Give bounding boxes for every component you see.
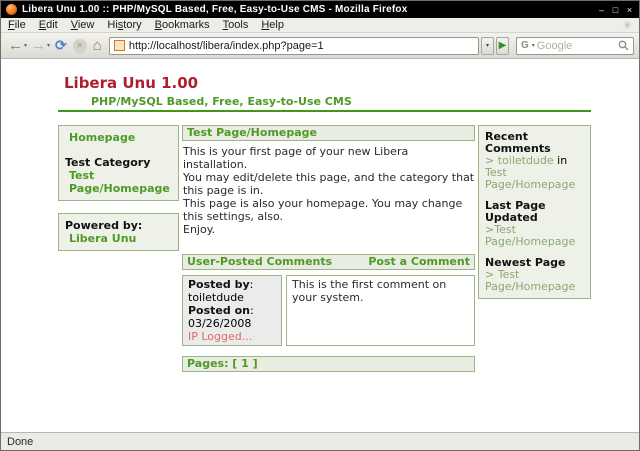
- category-page-link[interactable]: Test Page/Homepage: [69, 169, 172, 195]
- powered-by-label: Powered by:: [65, 219, 143, 232]
- magnifier-icon[interactable]: [618, 40, 629, 51]
- menu-file[interactable]: File: [8, 19, 26, 31]
- last-updated-title: Last Page Updated: [485, 199, 546, 224]
- window-title: Libera Unu 1.00 :: PHP/MySQL Based, Free…: [22, 4, 408, 15]
- menu-tools[interactable]: Tools: [223, 19, 249, 31]
- navigation-box: Homepage Test Category Test Page/Homepag…: [58, 125, 179, 201]
- site-title: Libera Unu 1.00: [64, 74, 199, 92]
- navigation-toolbar: ← ▾ → ▾ ⟳ ✕ ⌂ ▾ ▶ G ▾: [1, 33, 639, 59]
- body-line: Enjoy.: [183, 223, 216, 236]
- menu-view[interactable]: View: [71, 19, 95, 31]
- menu-bar: File Edit View History Bookmarks Tools H…: [1, 18, 639, 33]
- forward-dropdown-icon[interactable]: ▾: [47, 42, 50, 49]
- page-body: This is your first page of your new Libe…: [183, 145, 475, 236]
- category-label: Test Category: [65, 156, 151, 169]
- reload-button[interactable]: ⟳: [52, 37, 70, 54]
- last-updated-link[interactable]: >Test Page/Homepage: [485, 224, 584, 248]
- pages-bar[interactable]: Pages: [ 1 ]: [182, 356, 475, 372]
- search-bar[interactable]: G ▾: [516, 36, 634, 55]
- firefox-icon: [6, 4, 17, 15]
- site-subtitle: PHP/MySQL Based, Free, Easy-to-Use CMS: [91, 95, 352, 108]
- page-columns: Homepage Test Category Test Page/Homepag…: [58, 125, 591, 372]
- status-text: Done: [7, 435, 34, 448]
- forward-arrow-icon: →: [31, 37, 47, 54]
- menu-edit[interactable]: Edit: [39, 19, 58, 31]
- throbber-icon: ✳: [622, 19, 632, 32]
- menu-help[interactable]: Help: [261, 19, 284, 31]
- maximize-button[interactable]: □: [611, 5, 620, 15]
- recent-comment-page-link[interactable]: Test Page/Homepage: [485, 166, 575, 191]
- header-rule: [58, 110, 591, 112]
- cms-page: Libera Unu 1.00 PHP/MySQL Based, Free, E…: [58, 74, 591, 372]
- home-button[interactable]: ⌂: [90, 37, 105, 54]
- back-dropdown-icon[interactable]: ▾: [24, 42, 27, 49]
- right-sidebar: Recent Comments > toiletdude in Test Pag…: [478, 125, 591, 299]
- search-engine-icon: G: [521, 40, 529, 51]
- comment-meta-box: Posted by: toiletdude Posted on: 03/26/2…: [182, 275, 282, 346]
- left-sidebar: Homepage Test Category Test Page/Homepag…: [58, 125, 179, 251]
- body-line: This is your first page of your new Libe…: [183, 145, 409, 171]
- stop-button[interactable]: ✕: [72, 38, 87, 53]
- back-arrow-icon: ←: [8, 37, 23, 54]
- powered-by-box: Powered by: Libera Unu: [58, 213, 179, 251]
- browser-viewport: Libera Unu 1.00 PHP/MySQL Based, Free, E…: [1, 59, 639, 432]
- page-favicon: [113, 40, 125, 51]
- window-titlebar: Libera Unu 1.00 :: PHP/MySQL Based, Free…: [1, 1, 639, 18]
- menu-history[interactable]: History: [107, 19, 141, 31]
- posted-on-line: Posted on: 03/26/2008: [188, 304, 254, 330]
- body-line: You may edit/delete this page, and the c…: [183, 171, 475, 197]
- site-info-box: Recent Comments > toiletdude in Test Pag…: [478, 125, 591, 299]
- comment-row: Posted by: toiletdude Posted on: 03/26/2…: [182, 275, 475, 346]
- posted-by-line: Posted by: toiletdude: [188, 278, 254, 304]
- comments-header-label: User-Posted Comments: [187, 255, 333, 268]
- main-column: Test Page/Homepage This is your first pa…: [182, 125, 475, 372]
- browser-window: Libera Unu 1.00 :: PHP/MySQL Based, Free…: [0, 0, 640, 451]
- url-history-dropdown-button[interactable]: ▾: [481, 36, 494, 55]
- recent-comment-entry: > toiletdude in Test Page/Homepage: [485, 154, 576, 191]
- recent-comments-title: Recent Comments: [485, 130, 551, 155]
- close-button[interactable]: ×: [625, 5, 634, 15]
- address-bar[interactable]: [108, 36, 479, 55]
- body-line: This page is also your homepage. You may…: [183, 197, 463, 223]
- ip-logged-link[interactable]: IP Logged...: [188, 330, 276, 343]
- post-comment-link[interactable]: Post a Comment: [368, 256, 470, 268]
- comments-header-bar: User-Posted Comments Post a Comment: [182, 254, 475, 270]
- url-input[interactable]: [128, 38, 474, 53]
- window-controls: – □ ×: [597, 5, 634, 15]
- back-button[interactable]: ← ▾: [6, 38, 29, 53]
- homepage-link[interactable]: Homepage: [69, 131, 172, 144]
- comment-text-box: This is the first comment on your system…: [286, 275, 475, 346]
- search-input[interactable]: [536, 38, 607, 53]
- newest-page-link[interactable]: > Test Page/Homepage: [485, 269, 584, 293]
- status-bar: Done: [1, 432, 639, 450]
- minimize-button[interactable]: –: [597, 5, 606, 15]
- go-button[interactable]: ▶: [496, 36, 509, 55]
- forward-button[interactable]: → ▾: [29, 38, 52, 53]
- powered-by-link[interactable]: Libera Unu: [69, 232, 172, 245]
- menu-bookmarks[interactable]: Bookmarks: [155, 19, 210, 31]
- search-engine-dropdown-icon[interactable]: ▾: [532, 42, 535, 49]
- page-title-bar: Test Page/Homepage: [182, 125, 475, 141]
